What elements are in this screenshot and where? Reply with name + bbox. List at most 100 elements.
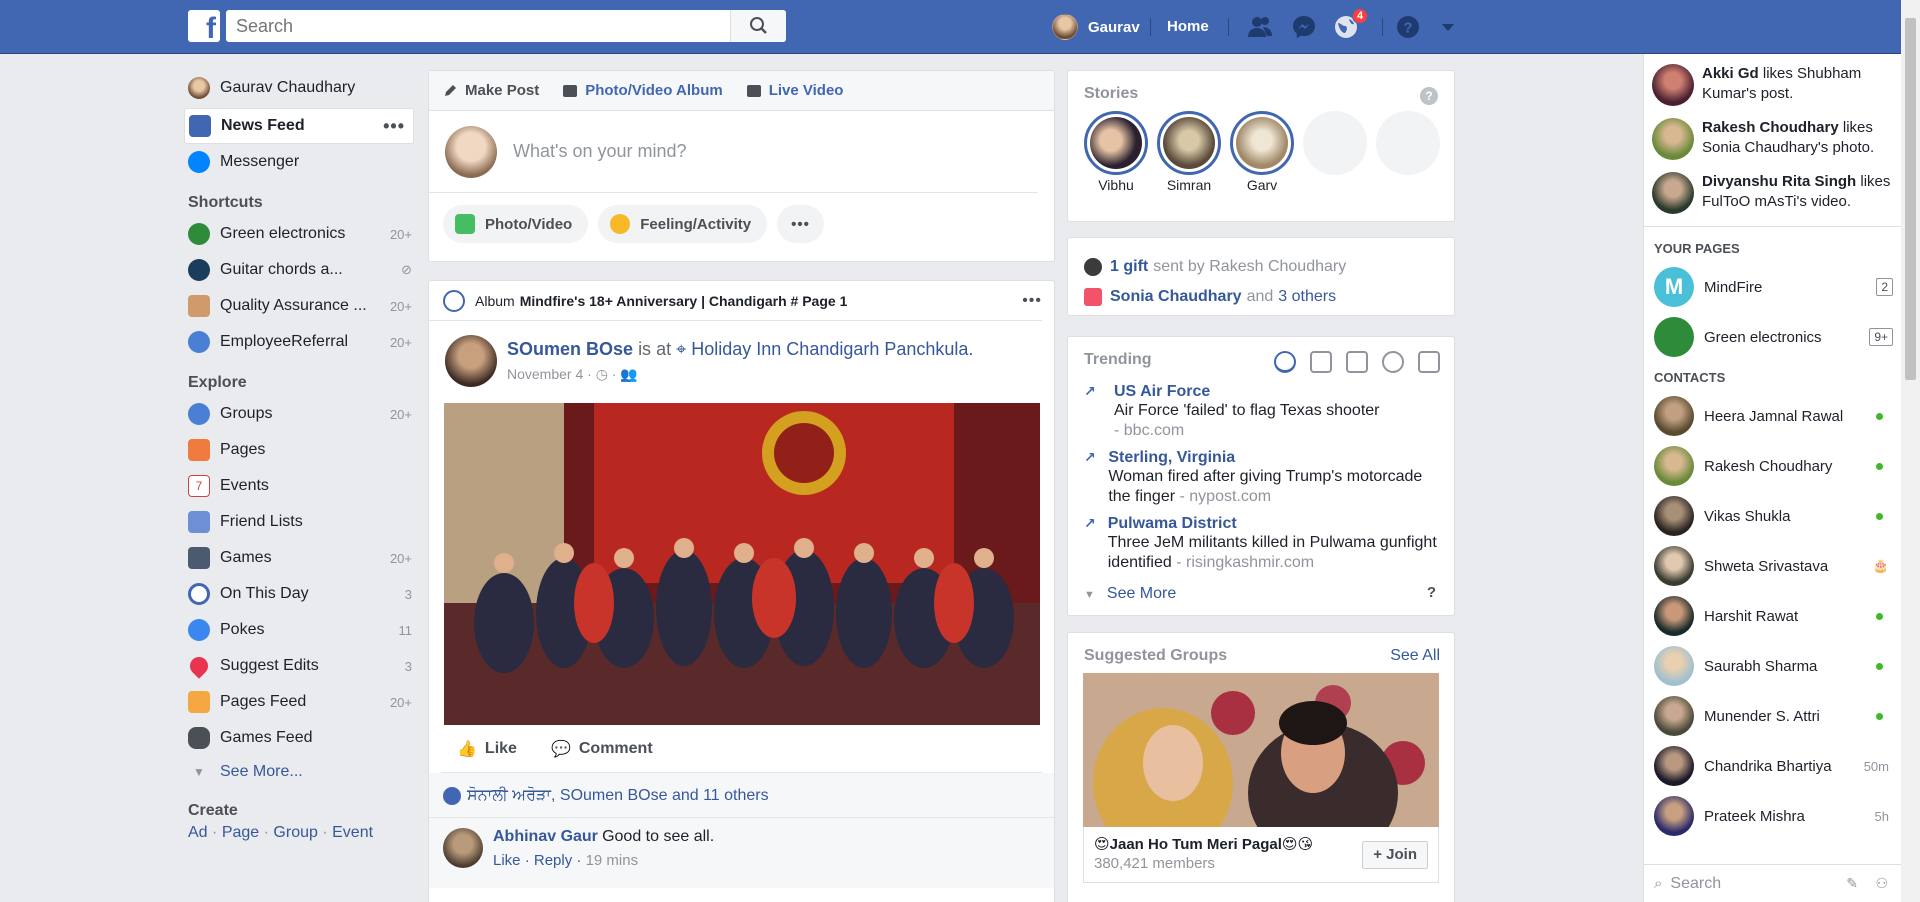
album-title[interactable]: Mindfire's 18+ Anniversary | Chandigarh … — [520, 293, 848, 309]
trending-item[interactable]: ↗ Pulwama District Three JeM militants ki… — [1068, 515, 1454, 573]
sidebar-item-pages[interactable]: Pages — [184, 432, 414, 468]
home-link[interactable]: Home — [1167, 18, 1209, 35]
page-notification-count: 2 — [1876, 278, 1893, 296]
contact-item[interactable]: Chandrika Bhartiya 50m — [1644, 741, 1901, 791]
create-page-link[interactable]: Page — [222, 824, 259, 841]
trending-topic[interactable]: Pulwama District — [1108, 515, 1438, 533]
comment-like-link[interactable]: Like — [493, 852, 521, 869]
search-input[interactable] — [226, 10, 726, 42]
chevron-down-icon[interactable] — [1434, 13, 1462, 41]
sidebar-item-friend-lists[interactable]: Friend Lists — [184, 504, 414, 540]
story-item[interactable]: Vibhu — [1084, 111, 1148, 193]
sidebar-item-shortcut[interactable]: Green electronics 20+ — [184, 216, 414, 252]
friend-requests-icon[interactable] — [1246, 13, 1274, 41]
add-friends-icon[interactable]: ⚇ — [1875, 875, 1888, 892]
more-options-button[interactable]: ••• — [777, 205, 824, 243]
story-item[interactable]: Garv — [1230, 111, 1294, 193]
audience-friends-icon[interactable]: 👥 — [620, 366, 637, 382]
trending-help-icon[interactable]: ? — [1427, 584, 1436, 601]
trending-item[interactable]: ↗ US Air Force Air Force 'failed' to flag… — [1068, 383, 1454, 441]
tab-politics-icon[interactable] — [1310, 351, 1332, 373]
sidebar-item-suggest-edits[interactable]: Suggest Edits 3 — [184, 648, 414, 684]
create-group-link[interactable]: Group — [273, 824, 317, 841]
create-ad-link[interactable]: Ad — [188, 824, 208, 841]
create-event-link[interactable]: Event — [332, 824, 373, 841]
contact-item[interactable]: Saurabh Sharma — [1644, 641, 1901, 691]
contact-item[interactable]: Rakesh Choudhary — [1644, 441, 1901, 491]
avatar[interactable] — [445, 335, 497, 387]
sidebar-item-events[interactable]: 7 Events — [184, 468, 414, 504]
like-button[interactable]: 👍 Like — [457, 739, 517, 759]
profile-shortcut[interactable]: Gaurav Chaudhary — [184, 70, 414, 106]
sidebar-item-pokes[interactable]: Pokes 11 — [184, 612, 414, 648]
contact-item[interactable]: Harshit Rawat — [1644, 591, 1901, 641]
trending-topic[interactable]: US Air Force — [1114, 383, 1380, 401]
tab-sports-icon[interactable] — [1382, 351, 1404, 373]
sidebar-item-shortcut[interactable]: Guitar chords a... ⊘ — [184, 252, 414, 288]
reactions-summary[interactable]: ਸੋਨਾਲੀ ਅਰੋੜਾ, SOumen BOse and 11 others — [429, 773, 1054, 818]
help-icon[interactable]: ? — [1420, 87, 1438, 105]
ticker-item[interactable]: Akki Gd likes Shubham Kumar's post. — [1644, 58, 1901, 112]
sidebar-item-games[interactable]: Games 20+ — [184, 540, 414, 576]
sidebar-item-on-this-day[interactable]: On This Day 3 — [184, 576, 414, 612]
sidebar-item-news-feed[interactable]: News Feed ••• — [184, 108, 414, 144]
see-more-trending-link[interactable]: ▼ See More — [1084, 585, 1176, 603]
messenger-icon[interactable] — [1290, 13, 1318, 41]
post-photo[interactable] — [444, 403, 1040, 725]
gift-link[interactable]: 1 gift — [1110, 258, 1148, 276]
contact-item[interactable]: Prateek Mishra 5h — [1644, 791, 1901, 841]
post-date[interactable]: November 4 · — [507, 366, 592, 382]
search-button[interactable] — [730, 10, 786, 42]
sidebar-item-shortcut[interactable]: Quality Assurance ... 20+ — [184, 288, 414, 324]
tab-science-icon[interactable] — [1346, 351, 1368, 373]
join-group-button[interactable]: + Join — [1362, 841, 1428, 869]
contact-item[interactable]: Vikas Shukla — [1644, 491, 1901, 541]
profile-link[interactable]: Gaurav — [1052, 14, 1140, 40]
help-icon[interactable]: ? — [1394, 13, 1422, 41]
sidebar-item-pages-feed[interactable]: Pages Feed 20+ — [184, 684, 414, 720]
chat-search-input[interactable]: Search — [1670, 875, 1721, 893]
page-item[interactable]: M MindFire 2 — [1644, 262, 1901, 312]
trending-item[interactable]: ↗ Sterling, Virginia Woman fired after gi… — [1068, 449, 1454, 507]
see-all-link[interactable]: See All — [1390, 647, 1440, 665]
feeling-activity-button[interactable]: Feeling/Activity — [598, 205, 768, 243]
page-scrollbar[interactable] — [1901, 0, 1920, 902]
contact-item[interactable]: Shweta Srivastava 🎂 — [1644, 541, 1901, 591]
comment-time[interactable]: 19 mins — [586, 852, 639, 869]
ticker-item[interactable]: Rakesh Choudhary likes Sonia Chaudhary's… — [1644, 112, 1901, 166]
avatar[interactable] — [443, 828, 483, 868]
comment-author[interactable]: Abhinav Gaur — [493, 828, 598, 845]
contact-item[interactable]: Munender S. Attri — [1644, 691, 1901, 741]
post-author-name[interactable]: SOumen BOse — [507, 339, 633, 359]
tab-top-trending-icon[interactable] — [1274, 351, 1296, 373]
composer-input-area[interactable]: What's on your mind? — [429, 111, 1038, 193]
birthday-others-link[interactable]: 3 others — [1278, 288, 1336, 306]
ticker-item[interactable]: Divyanshu Rita Singh likes FulToO mAsTi'… — [1644, 166, 1901, 220]
sidebar-item-groups[interactable]: Groups 20+ — [184, 396, 414, 432]
story-item[interactable]: Simran — [1157, 111, 1221, 193]
post-options-icon[interactable]: ••• — [1022, 292, 1042, 310]
whats-on-your-mind-input[interactable]: What's on your mind? — [513, 141, 687, 162]
comment-button[interactable]: 💬 Comment — [551, 739, 653, 759]
tab-live-video[interactable]: Live Video — [746, 82, 843, 99]
see-more-link[interactable]: ▼ See More... — [184, 756, 414, 788]
comment-reply-link[interactable]: Reply — [534, 852, 572, 869]
birthday-name-link[interactable]: Sonia Chaudhary — [1110, 288, 1242, 306]
sidebar-item-games-feed[interactable]: Games Feed — [184, 720, 414, 756]
photo-video-button[interactable]: Photo/Video — [443, 205, 589, 243]
post-location-link[interactable]: Holiday Inn Chandigarh Panchkula. — [691, 339, 973, 359]
trending-topic[interactable]: Sterling, Virginia — [1108, 449, 1438, 467]
tab-make-post[interactable]: Make Post — [443, 82, 539, 99]
new-message-icon[interactable]: ✎ — [1846, 875, 1858, 892]
sidebar-item-messenger[interactable]: Messenger — [184, 144, 414, 180]
more-options-icon[interactable]: ••• — [383, 116, 405, 137]
scrollbar-thumb[interactable] — [1905, 18, 1916, 380]
sidebar-item-shortcut[interactable]: EmployeeReferral 20+ — [184, 324, 414, 360]
tab-photo-album[interactable]: Photo/Video Album — [563, 82, 723, 99]
facebook-logo-icon[interactable]: f — [188, 10, 220, 42]
tab-entertainment-icon[interactable] — [1418, 351, 1440, 373]
page-item[interactable]: Green electronics 9+ — [1644, 312, 1901, 362]
reactions-text[interactable]: ਸੋਨਾਲੀ ਅਰੋੜਾ, SOumen BOse and 11 others — [467, 787, 769, 805]
contact-item[interactable]: Heera Jamnal Rawal — [1644, 391, 1901, 441]
group-cover-image[interactable] — [1083, 673, 1439, 827]
